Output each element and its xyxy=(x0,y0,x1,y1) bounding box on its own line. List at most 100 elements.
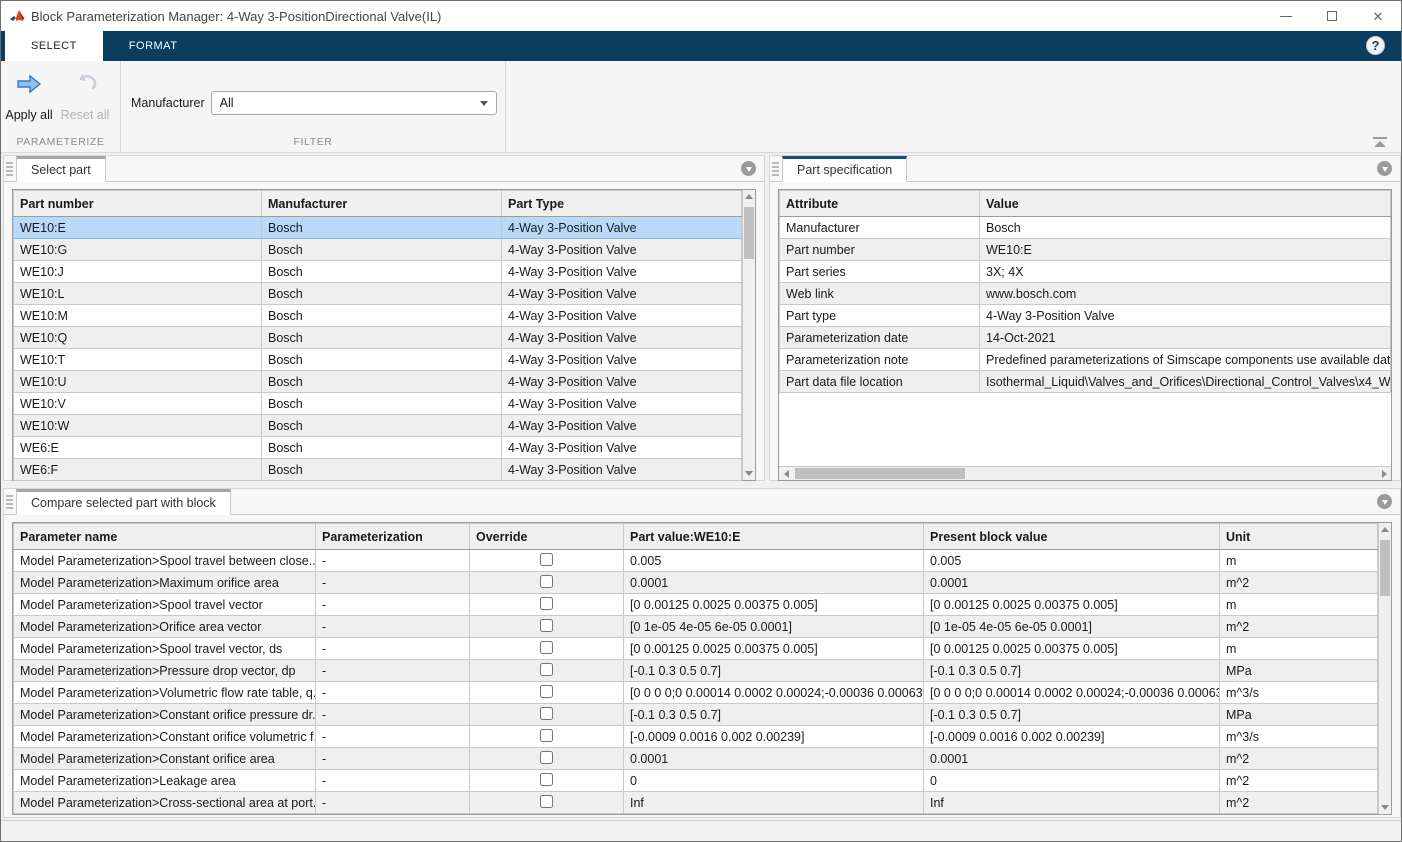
part-row[interactable]: WE10:T Bosch 4-Way 3-Position Valve xyxy=(14,349,742,371)
compare-row[interactable]: Model Parameterization>Constant orifice … xyxy=(14,748,1378,770)
override-checkbox[interactable] xyxy=(540,795,553,808)
override-checkbox[interactable] xyxy=(540,619,553,632)
part-row[interactable]: WE10:L Bosch 4-Way 3-Position Valve xyxy=(14,283,742,305)
spec-row[interactable]: Web link www.bosch.com xyxy=(780,283,1391,305)
column-header[interactable]: Parameterization xyxy=(316,524,470,550)
compare-row[interactable]: Model Parameterization>Spool travel vect… xyxy=(14,638,1378,660)
scrollbar-thumb[interactable] xyxy=(795,468,965,479)
compare-row[interactable]: Model Parameterization>Spool travel betw… xyxy=(14,550,1378,572)
compare-row[interactable]: Model Parameterization>Pressure drop vec… xyxy=(14,660,1378,682)
spec-row[interactable]: Part number WE10:E xyxy=(780,239,1391,261)
column-header[interactable]: Parameter name xyxy=(14,524,316,550)
override-checkbox[interactable] xyxy=(540,729,553,742)
tab-format[interactable]: FORMAT xyxy=(103,31,204,61)
spec-row[interactable]: Part data file location Isothermal_Liqui… xyxy=(780,371,1391,393)
compare-row[interactable]: Model Parameterization>Leakage area - 0 … xyxy=(14,770,1378,792)
parameterization-cell: - xyxy=(316,638,470,660)
compare-row[interactable]: Model Parameterization>Constant orifice … xyxy=(14,704,1378,726)
column-header[interactable]: Present block value xyxy=(924,524,1220,550)
compare-row[interactable]: Model Parameterization>Cross-sectional a… xyxy=(14,792,1378,814)
column-header[interactable]: Unit xyxy=(1220,524,1378,550)
maximize-button[interactable] xyxy=(1309,1,1355,31)
spec-row[interactable]: Manufacturer Bosch xyxy=(780,217,1391,239)
part-row[interactable]: WE10:G Bosch 4-Way 3-Position Valve xyxy=(14,239,742,261)
part-row[interactable]: WE10:V Bosch 4-Way 3-Position Valve xyxy=(14,393,742,415)
spec-row[interactable]: Part type 4-Way 3-Position Valve xyxy=(780,305,1391,327)
column-header[interactable]: Part value:WE10:E xyxy=(624,524,924,550)
part-specification-hscrollbar[interactable] xyxy=(779,466,1391,480)
override-checkbox[interactable] xyxy=(540,685,553,698)
part-row[interactable]: WE10:E Bosch 4-Way 3-Position Valve xyxy=(14,217,742,239)
column-header[interactable]: Manufacturer xyxy=(262,191,502,217)
tab-select[interactable]: SELECT xyxy=(5,31,103,61)
override-checkbox[interactable] xyxy=(540,597,553,610)
apply-all-button[interactable]: Apply all xyxy=(1,61,57,122)
unit-cell: m^2 xyxy=(1220,748,1378,770)
panel-grip[interactable] xyxy=(6,162,13,176)
scroll-left-icon[interactable] xyxy=(779,467,793,480)
scrollbar-thumb[interactable] xyxy=(744,207,754,259)
override-checkbox[interactable] xyxy=(540,575,553,588)
scroll-up-icon[interactable] xyxy=(1379,523,1391,536)
scroll-down-icon[interactable] xyxy=(1379,801,1391,814)
part-row[interactable]: WE10:W Bosch 4-Way 3-Position Valve xyxy=(14,415,742,437)
parameterization-cell: - xyxy=(316,660,470,682)
scrollbar-thumb[interactable] xyxy=(1380,540,1390,596)
scroll-up-icon[interactable] xyxy=(743,190,755,203)
part-row[interactable]: WE10:J Bosch 4-Way 3-Position Valve xyxy=(14,261,742,283)
override-checkbox[interactable] xyxy=(540,553,553,566)
override-checkbox[interactable] xyxy=(540,663,553,676)
part-specification-collapse-button[interactable] xyxy=(1377,161,1392,176)
override-checkbox[interactable] xyxy=(540,773,553,786)
close-button[interactable]: ✕ xyxy=(1355,1,1401,31)
part-row[interactable]: WE6:F Bosch 4-Way 3-Position Valve xyxy=(14,459,742,481)
override-checkbox[interactable] xyxy=(540,707,553,720)
column-header[interactable]: Value xyxy=(980,191,1391,217)
tab-compare[interactable]: Compare selected part with block xyxy=(16,489,231,515)
part-row[interactable]: WE10:M Bosch 4-Way 3-Position Valve xyxy=(14,305,742,327)
override-checkbox[interactable] xyxy=(540,641,553,654)
collapse-toolstrip-button[interactable] xyxy=(1373,137,1387,148)
select-part-collapse-button[interactable] xyxy=(741,161,756,176)
override-cell xyxy=(470,594,624,616)
scroll-down-icon[interactable] xyxy=(743,467,755,480)
attribute-cell: Part data file location xyxy=(780,371,980,393)
column-header[interactable]: Attribute xyxy=(780,191,980,217)
compare-row[interactable]: Model Parameterization>Spool travel vect… xyxy=(14,594,1378,616)
manufacturer-dropdown[interactable]: All xyxy=(211,91,497,115)
compare-collapse-button[interactable] xyxy=(1377,494,1392,509)
spec-row[interactable]: Parameterization note Predefined paramet… xyxy=(780,349,1391,371)
parameter-name-cell: Model Parameterization>Constant orifice … xyxy=(14,726,316,748)
tab-part-specification[interactable]: Part specification xyxy=(782,156,907,182)
compare-row[interactable]: Model Parameterization>Orifice area vect… xyxy=(14,616,1378,638)
override-cell xyxy=(470,572,624,594)
panel-grip[interactable] xyxy=(6,495,13,509)
column-header[interactable]: Override xyxy=(470,524,624,550)
part-row[interactable]: WE10:Q Bosch 4-Way 3-Position Valve xyxy=(14,327,742,349)
spec-row[interactable]: Part series 3X; 4X xyxy=(780,261,1391,283)
help-button[interactable]: ? xyxy=(1366,36,1385,55)
part-row[interactable]: WE6:E Bosch 4-Way 3-Position Valve xyxy=(14,437,742,459)
column-header[interactable]: Part Type xyxy=(502,191,742,217)
tab-select-part[interactable]: Select part xyxy=(16,156,106,182)
compare-row[interactable]: Model Parameterization>Maximum orifice a… xyxy=(14,572,1378,594)
compare-vscrollbar[interactable] xyxy=(1378,523,1391,814)
panel-grip[interactable] xyxy=(772,162,779,176)
value-cell: Bosch xyxy=(980,217,1391,239)
select-part-vscrollbar[interactable] xyxy=(742,190,755,480)
part-row[interactable]: WE10:U Bosch 4-Way 3-Position Valve xyxy=(14,371,742,393)
manufacturer-cell: Bosch xyxy=(262,459,502,481)
spec-row[interactable]: Parameterization date 14-Oct-2021 xyxy=(780,327,1391,349)
compare-row[interactable]: Model Parameterization>Constant orifice … xyxy=(14,726,1378,748)
collapse-chevron-icon xyxy=(1382,500,1388,505)
parameterization-cell: - xyxy=(316,748,470,770)
minimize-button[interactable] xyxy=(1263,1,1309,31)
block-value-cell: [0 0.00125 0.0025 0.00375 0.005] xyxy=(924,638,1220,660)
select-part-panel: Select part Part numberManufacturerPart … xyxy=(3,155,765,481)
override-checkbox[interactable] xyxy=(540,751,553,764)
reset-all-button[interactable]: Reset all xyxy=(57,61,113,122)
scroll-right-icon[interactable] xyxy=(1377,467,1391,480)
column-header[interactable]: Part number xyxy=(14,191,262,217)
compare-row[interactable]: Model Parameterization>Volumetric flow r… xyxy=(14,682,1378,704)
collapse-chevron-icon xyxy=(1382,167,1388,172)
